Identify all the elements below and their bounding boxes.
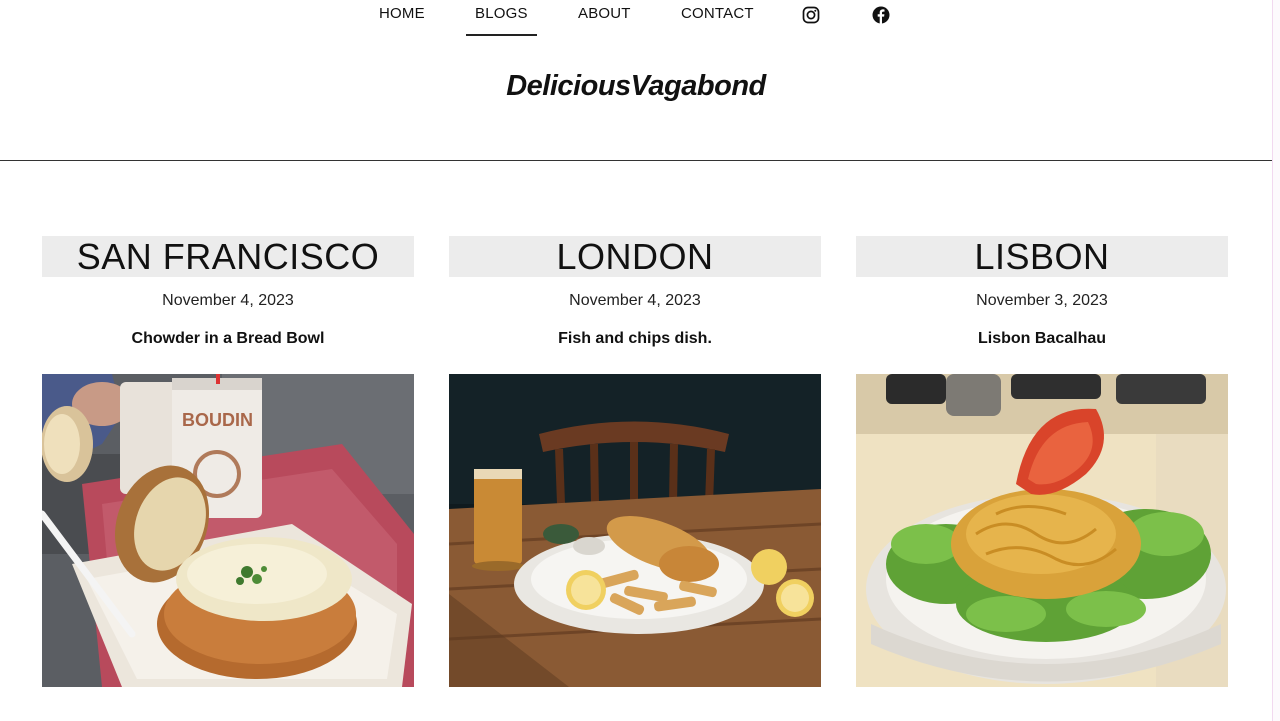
post-city-title[interactable]: LISBON — [856, 236, 1228, 277]
post-card-san-francisco[interactable]: SAN FRANCISCO November 4, 2023 Chowder i… — [42, 236, 414, 687]
header-divider — [0, 160, 1272, 161]
post-date: November 4, 2023 — [569, 292, 701, 309]
post-photo-chowder[interactable]: BOUDIN — [42, 374, 414, 687]
nav-contact-link[interactable]: CONTACT — [681, 5, 754, 22]
post-photo-bacalhau[interactable] — [856, 374, 1228, 687]
lisbon-bacalhau-image — [856, 374, 1228, 687]
top-navigation: HOME BLOGS ABOUT CONTACT — [0, 0, 1272, 40]
post-city-title[interactable]: LONDON — [449, 236, 821, 277]
facebook-icon[interactable] — [872, 6, 890, 24]
site-brand[interactable]: DeliciousVagabond — [0, 70, 1272, 103]
instagram-icon[interactable] — [802, 6, 820, 24]
post-caption[interactable]: Chowder in a Bread Bowl — [42, 330, 414, 348]
fish-and-chips-image — [449, 374, 821, 687]
nav-about-link[interactable]: ABOUT — [578, 5, 631, 22]
post-photo-fish-and-chips[interactable] — [449, 374, 821, 687]
svg-text:BOUDIN: BOUDIN — [182, 410, 253, 430]
post-caption[interactable]: Lisbon Bacalhau — [856, 330, 1228, 348]
nav-home-link[interactable]: HOME — [379, 5, 425, 22]
post-date: November 3, 2023 — [976, 292, 1108, 309]
post-card-lisbon[interactable]: LISBON November 3, 2023 Lisbon Bacalhau — [856, 236, 1228, 687]
post-card-london[interactable]: LONDON November 4, 2023 Fish and chips d… — [449, 236, 821, 687]
page-edge — [1272, 0, 1280, 721]
nav-blogs-link[interactable]: BLOGS — [466, 5, 537, 36]
chowder-bread-bowl-image: BOUDIN — [42, 374, 414, 687]
post-city-title[interactable]: SAN FRANCISCO — [42, 236, 414, 277]
post-date: November 4, 2023 — [162, 292, 294, 309]
post-caption[interactable]: Fish and chips dish. — [449, 330, 821, 348]
